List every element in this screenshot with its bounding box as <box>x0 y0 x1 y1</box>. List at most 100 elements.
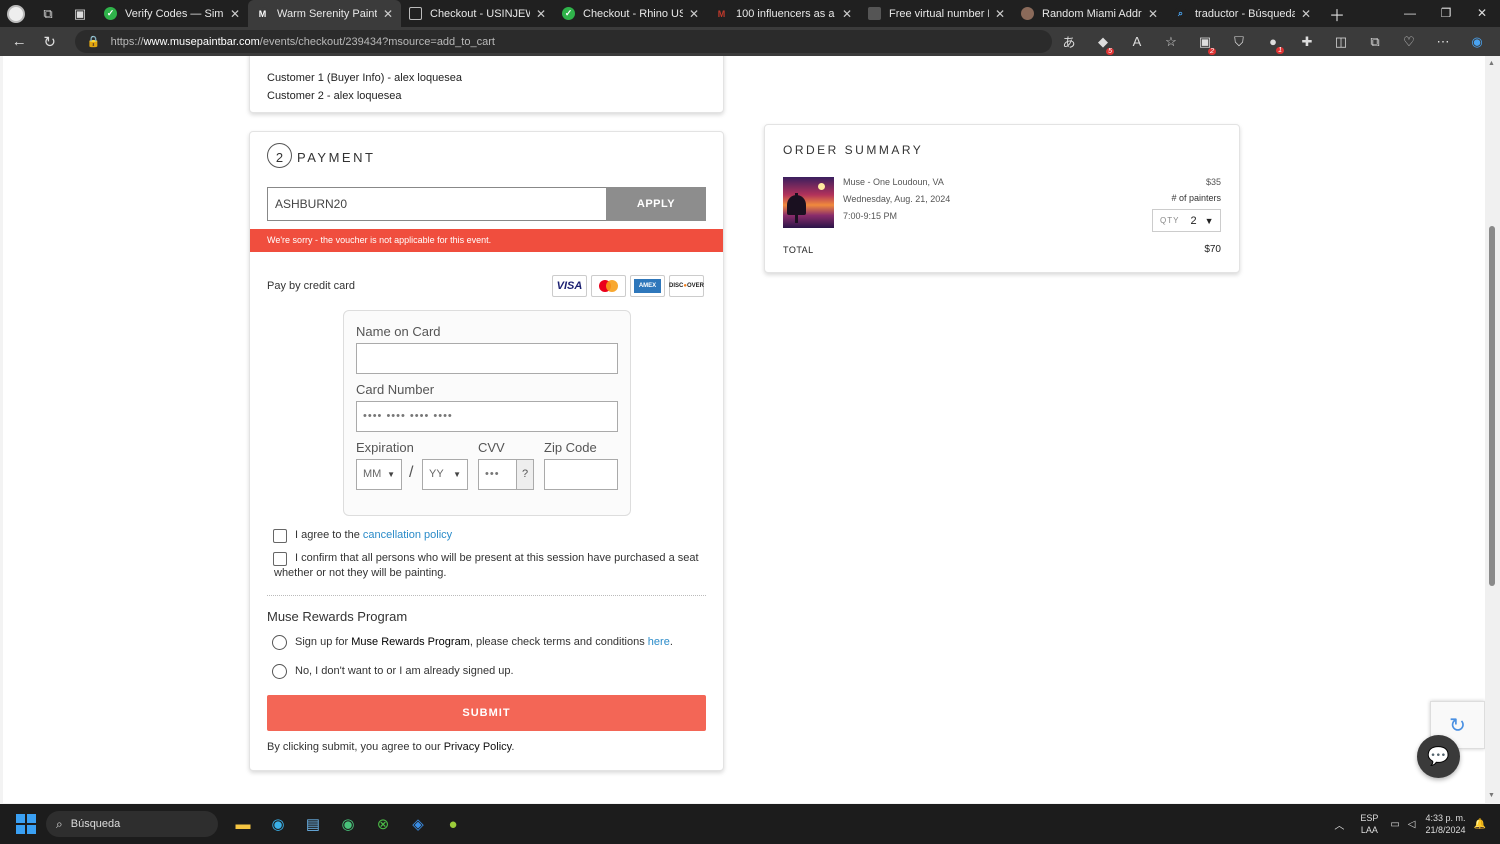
workspaces-icon[interactable]: ⧉ <box>32 0 64 27</box>
check-icon: ✓ <box>562 7 575 20</box>
tab-actions-icon[interactable]: ▣ <box>64 0 96 27</box>
mastercard-icon <box>591 275 626 297</box>
translate-icon[interactable]: あ <box>1052 32 1086 51</box>
cvv-input[interactable]: ••• <box>478 459 517 490</box>
tab-influencers[interactable]: M 100 influencers as a wel ✕ <box>707 0 860 27</box>
rewards-decline-radio[interactable] <box>272 664 287 679</box>
more-options-icon[interactable]: ⋯ <box>1426 34 1460 50</box>
rewards-signup-radio[interactable] <box>272 635 287 650</box>
gmail-icon: M <box>715 7 728 20</box>
event-time: 7:00-9:15 PM <box>843 211 898 221</box>
extension-icon[interactable]: ▣ 2 <box>1188 34 1222 55</box>
apply-voucher-button[interactable]: APPLY <box>606 187 706 221</box>
tab-virtual-number[interactable]: Free virtual number ESTA ✕ <box>860 0 1013 27</box>
tab-checkout-rhino[interactable]: ✓ Checkout - Rhino USA ✕ <box>554 0 707 27</box>
read-aloud-icon[interactable]: A <box>1120 34 1154 49</box>
close-window-icon[interactable]: ✕ <box>1464 0 1500 27</box>
profile-icon[interactable] <box>0 0 32 27</box>
close-tab-icon[interactable]: ✕ <box>381 7 395 21</box>
new-tab-icon[interactable]: ＋ <box>1329 2 1345 26</box>
ticket-price: $35 <box>1205 177 1221 187</box>
tab-traductor[interactable]: ⌕ traductor - Búsqueda ✕ <box>1166 0 1319 27</box>
expiration-month-select[interactable]: MM ▼ <box>356 459 402 490</box>
favorite-star-icon[interactable]: ☆ <box>1154 34 1188 50</box>
notifications-icon[interactable]: 🔔 <box>1474 819 1486 830</box>
back-icon[interactable]: ← <box>4 33 34 50</box>
site-icon <box>868 7 881 20</box>
system-clock[interactable]: 4:33 p. m. 21/8/2024 <box>1426 812 1466 836</box>
order-summary-card: ORDER SUMMARY Muse - One Loudoun, VA Wed… <box>764 124 1240 273</box>
extension-icon[interactable]: ◆ 5 <box>1086 34 1120 55</box>
muse-logo-icon: M <box>256 7 269 20</box>
close-tab-icon[interactable]: ✕ <box>1299 7 1313 21</box>
card-number-input[interactable]: •••• •••• •••• •••• <box>356 401 618 432</box>
extension-icon[interactable]: ● 1 <box>1256 34 1290 54</box>
cvv-help-button[interactable]: ? <box>516 459 534 490</box>
expiration-year-select[interactable]: YY ▼ <box>422 459 468 490</box>
close-tab-icon[interactable]: ✕ <box>534 7 548 21</box>
volume-icon[interactable]: ◁ <box>1408 819 1416 830</box>
voucher-input[interactable]: ASHBURN20 <box>267 187 607 221</box>
photos-icon[interactable]: ▤ <box>296 807 330 841</box>
shield-icon[interactable]: ⛉ <box>1222 34 1256 50</box>
scroll-up-icon[interactable]: ▲ <box>1488 60 1495 67</box>
network-icon[interactable]: ▭ <box>1390 819 1399 830</box>
restore-icon[interactable]: ❐ <box>1428 0 1464 27</box>
show-hidden-icons-icon[interactable]: ︿ <box>1334 817 1344 832</box>
search-icon: ⌕ <box>1174 7 1187 20</box>
card-number-label: Card Number <box>356 382 435 397</box>
performance-icon[interactable]: ♡ <box>1392 34 1426 50</box>
painters-label: # of painters <box>1171 193 1221 203</box>
quantity-select[interactable]: QTY 2 ▼ <box>1152 209 1221 232</box>
close-tab-icon[interactable]: ✕ <box>1146 7 1160 21</box>
url-input[interactable]: 🔒 https://www.musepaintbar.com/events/ch… <box>74 30 1052 53</box>
amex-icon: AMEX <box>630 275 665 297</box>
scrollbar-thumb[interactable] <box>1489 226 1495 586</box>
rewards-title: Muse Rewards Program <box>267 609 408 624</box>
close-tab-icon[interactable]: ✕ <box>993 7 1007 21</box>
refresh-icon[interactable]: ↻ <box>34 33 64 51</box>
windows-taskbar: ⌕ Búsqueda ▬ ◉ ▤ ◉ ⊗ ◈ ● ︿ ESP LAA ▭ ◁ 4… <box>0 804 1500 844</box>
extensions-puzzle-icon[interactable]: ✚ <box>1290 34 1324 50</box>
zip-code-input[interactable] <box>544 459 618 490</box>
collections-icon[interactable]: ⧉ <box>1358 34 1392 50</box>
minimize-icon[interactable]: — <box>1392 0 1428 27</box>
split-screen-icon[interactable]: ◫ <box>1324 34 1358 50</box>
copilot-icon[interactable]: ◉ <box>1460 34 1494 50</box>
edge-beta-icon[interactable]: ◉ <box>331 807 365 841</box>
scroll-down-icon[interactable]: ▼ <box>1488 792 1495 799</box>
cancellation-policy-link[interactable]: cancellation policy <box>363 529 452 541</box>
caret-down-icon: ▼ <box>1204 215 1214 226</box>
close-tab-icon[interactable]: ✕ <box>687 7 701 21</box>
privacy-policy-link[interactable]: Privacy Policy <box>444 741 512 753</box>
taskbar-search-input[interactable]: ⌕ Búsqueda <box>46 811 218 837</box>
xbox-icon[interactable]: ⊗ <box>366 807 400 841</box>
avatar-icon <box>1021 7 1034 20</box>
submit-footnote: By clicking submit, you agree to our Pri… <box>267 741 515 753</box>
voucher-error-message: We're sorry - the voucher is not applica… <box>250 229 723 252</box>
file-explorer-icon[interactable]: ▬ <box>226 807 260 841</box>
ball-app-icon[interactable]: ● <box>436 807 470 841</box>
remote-desktop-icon[interactable]: ◈ <box>401 807 435 841</box>
tab-verify-codes[interactable]: ✓ Verify Codes — SimplyC ✕ <box>96 0 248 27</box>
windows-start-icon[interactable] <box>16 814 36 834</box>
event-date: Wednesday, Aug. 21, 2024 <box>843 194 951 204</box>
rewards-terms-link[interactable]: here <box>648 636 670 648</box>
visa-icon: VISA <box>552 275 587 297</box>
close-tab-icon[interactable]: ✕ <box>228 7 242 21</box>
browser-address-bar: ← ↻ 🔒 https://www.musepaintbar.com/event… <box>0 27 1500 56</box>
cancellation-policy-checkbox[interactable] <box>273 529 287 543</box>
chat-widget-button[interactable]: 💬 <box>1417 735 1460 778</box>
edge-icon[interactable]: ◉ <box>261 807 295 841</box>
submit-button[interactable]: SUBMIT <box>267 695 706 731</box>
page-scrollbar[interactable]: ▲ ▼ <box>1485 56 1500 803</box>
tab-warm-serenity[interactable]: M Warm Serenity Painting ( ✕ <box>248 0 401 27</box>
close-tab-icon[interactable]: ✕ <box>840 7 854 21</box>
name-on-card-input[interactable] <box>356 343 618 374</box>
check-icon: ✓ <box>104 7 117 20</box>
language-indicator[interactable]: ESP LAA <box>1360 812 1378 836</box>
tab-checkout-usinjewel[interactable]: Checkout - USINJEWEL ✕ <box>401 0 554 27</box>
event-location: Muse - One Loudoun, VA <box>843 177 944 187</box>
tab-miami-address[interactable]: Random Miami Address ✕ <box>1013 0 1166 27</box>
system-tray: ︿ ESP LAA ▭ ◁ 4:33 p. m. 21/8/2024 🔔 <box>1334 804 1500 844</box>
